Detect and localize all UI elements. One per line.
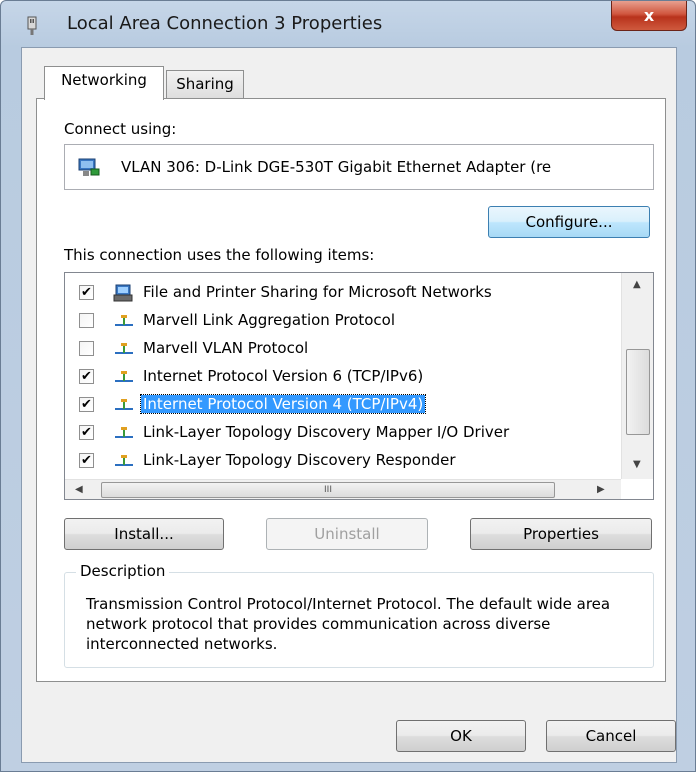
item-checkbox[interactable]: [79, 313, 94, 328]
tab-sharing[interactable]: Sharing: [166, 70, 244, 98]
printer-share-icon: [113, 284, 133, 302]
item-checkbox[interactable]: ✔: [79, 285, 94, 300]
protocol-icon: [115, 315, 133, 326]
item-label: Marvell VLAN Protocol: [143, 339, 309, 357]
item-checkbox[interactable]: ✔: [79, 397, 94, 412]
network-adapter-icon: [27, 16, 37, 35]
tab-networking-label: Networking: [61, 71, 147, 89]
description-text: Transmission Control Protocol/Internet P…: [86, 595, 611, 653]
item-checkbox[interactable]: ✔: [79, 369, 94, 384]
item-checkbox[interactable]: ✔: [79, 425, 94, 440]
item-checkbox[interactable]: [79, 341, 94, 356]
tab-sharing-label: Sharing: [176, 75, 234, 93]
scroll-grip-icon: III: [324, 485, 332, 495]
close-icon: x: [643, 6, 655, 25]
title-bar[interactable]: Local Area Connection 3 Properties x: [1, 1, 695, 47]
protocol-icon: [115, 399, 133, 410]
list-item[interactable]: ✔ Internet Protocol Version 6 (TCP/IPv6): [65, 363, 621, 391]
network-adapter-icon: [78, 158, 100, 176]
vertical-scroll-thumb[interactable]: [626, 349, 650, 435]
item-checkbox[interactable]: ✔: [79, 453, 94, 468]
item-label: Link-Layer Topology Discovery Mapper I/O…: [143, 423, 510, 441]
properties-button[interactable]: Properties: [470, 518, 652, 550]
scroll-down-icon[interactable]: ▼: [633, 459, 641, 470]
list-item[interactable]: Marvell VLAN Protocol: [65, 335, 621, 363]
scroll-right-icon[interactable]: ▶: [597, 484, 605, 495]
horizontal-scrollbar[interactable]: ◀ III ▶: [65, 479, 621, 499]
description-legend: Description: [76, 562, 170, 580]
close-button[interactable]: x: [611, 1, 687, 31]
list-item[interactable]: ✔ Internet Protocol Version 4 (TCP/IPv4): [65, 391, 621, 419]
list-item[interactable]: ✔ Link-Layer Topology Discovery Mapper I…: [65, 419, 621, 447]
scroll-left-icon[interactable]: ◀: [75, 484, 83, 495]
list-item[interactable]: ✔ File and Printer Sharing for Microsoft…: [65, 279, 621, 307]
protocol-icon: [115, 371, 133, 382]
connect-using-label: Connect using:: [64, 120, 177, 138]
ok-button[interactable]: OK: [396, 720, 526, 752]
vertical-scrollbar[interactable]: ▲ ▼: [621, 273, 653, 479]
list-item[interactable]: ✔ Link-Layer Topology Discovery Responde…: [65, 447, 621, 475]
item-label: Link-Layer Topology Discovery Responder: [143, 451, 456, 469]
adapter-display: VLAN 306: D-Link DGE-530T Gigabit Ethern…: [64, 144, 654, 190]
cancel-button[interactable]: Cancel: [546, 720, 676, 752]
list-item[interactable]: Marvell Link Aggregation Protocol: [65, 307, 621, 335]
item-label: File and Printer Sharing for Microsoft N…: [143, 283, 492, 301]
tab-networking[interactable]: Networking: [44, 66, 164, 100]
item-label-selected: Internet Protocol Version 4 (TCP/IPv4): [139, 394, 427, 414]
configure-button[interactable]: Configure...: [488, 206, 650, 238]
item-label: Marvell Link Aggregation Protocol: [143, 311, 396, 329]
components-list[interactable]: ✔ File and Printer Sharing for Microsoft…: [64, 272, 654, 500]
item-label: Internet Protocol Version 6 (TCP/IPv6): [143, 367, 424, 385]
scroll-up-icon[interactable]: ▲: [633, 279, 641, 290]
horizontal-scroll-thumb[interactable]: III: [101, 482, 555, 498]
adapter-name: VLAN 306: D-Link DGE-530T Gigabit Ethern…: [121, 158, 552, 176]
protocol-icon: [115, 455, 133, 466]
protocol-icon: [115, 343, 133, 354]
items-list-label: This connection uses the following items…: [64, 246, 375, 264]
protocol-icon: [115, 427, 133, 438]
install-button[interactable]: Install...: [64, 518, 224, 550]
uninstall-button[interactable]: Uninstall: [266, 518, 428, 550]
window-title: Local Area Connection 3 Properties: [67, 13, 383, 34]
